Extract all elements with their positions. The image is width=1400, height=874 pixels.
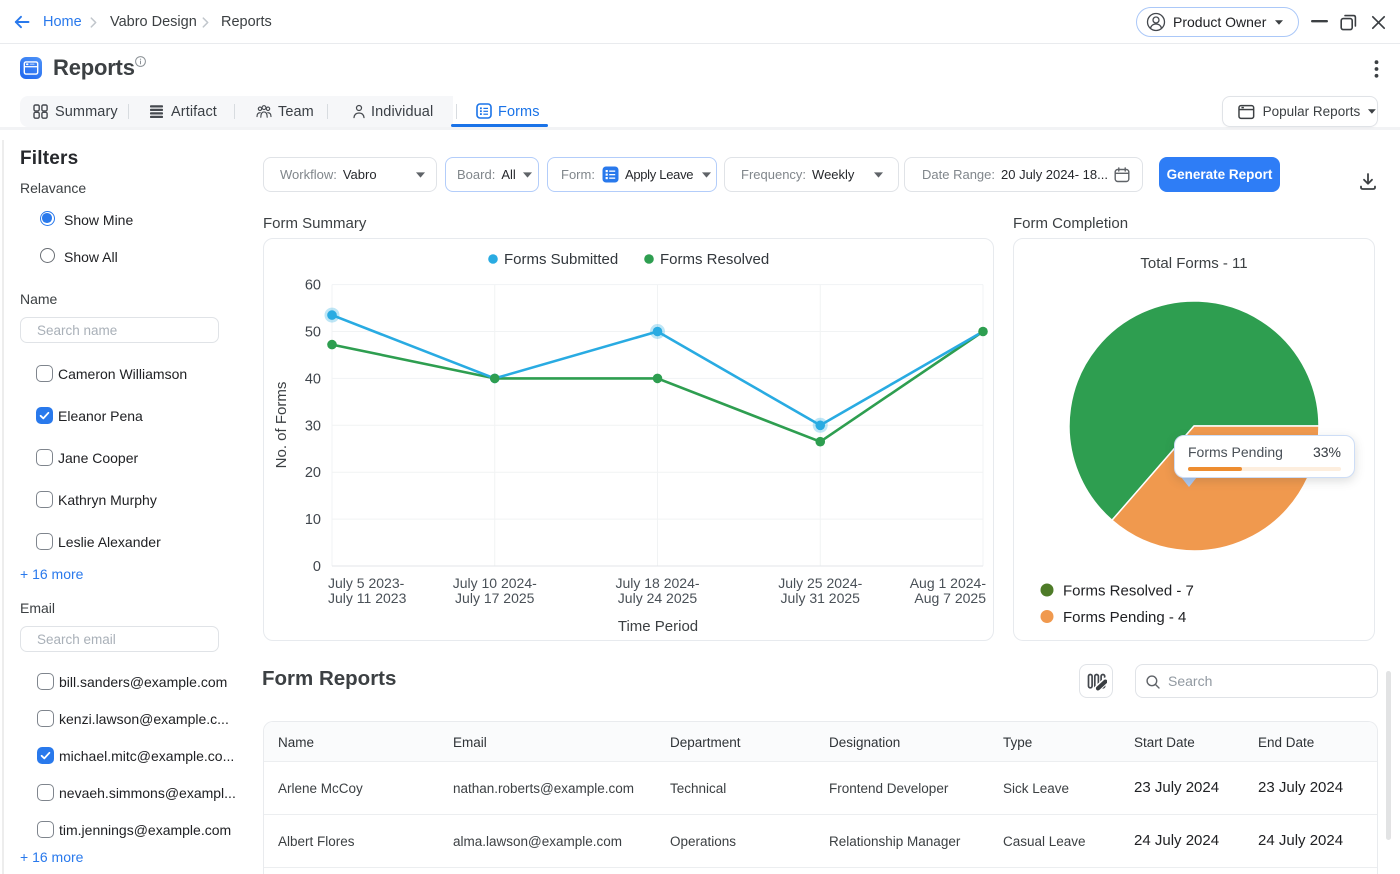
svg-text:July 18 2024-: July 18 2024-: [615, 575, 699, 591]
svg-text:10: 10: [305, 512, 321, 528]
svg-text:Aug 1 2024-: Aug 1 2024-: [910, 575, 987, 591]
svg-text:Forms Pending - 4: Forms Pending - 4: [1063, 609, 1186, 626]
svg-text:Time Period: Time Period: [618, 618, 698, 635]
svg-text:Forms Resolved - 7: Forms Resolved - 7: [1063, 583, 1194, 600]
svg-text:July 11 2023: July 11 2023: [328, 590, 407, 606]
svg-text:Aug 7 2025: Aug 7 2025: [914, 590, 986, 606]
svg-text:20: 20: [305, 465, 321, 481]
svg-text:Forms Resolved: Forms Resolved: [660, 251, 769, 268]
svg-text:Total Forms - 11: Total Forms - 11: [1140, 255, 1247, 272]
svg-text:50: 50: [305, 325, 321, 341]
svg-text:0: 0: [313, 559, 321, 575]
svg-text:July 5 2023-: July 5 2023-: [328, 575, 405, 591]
svg-text:40: 40: [305, 371, 321, 387]
svg-text:July 31 2025: July 31 2025: [781, 590, 861, 606]
svg-text:July 25 2024-: July 25 2024-: [778, 575, 862, 591]
svg-text:July 17 2025: July 17 2025: [455, 590, 535, 606]
svg-text:30: 30: [305, 418, 321, 434]
svg-text:60: 60: [305, 278, 321, 294]
svg-text:No. of Forms: No. of Forms: [273, 382, 290, 469]
svg-text:Forms Submitted: Forms Submitted: [504, 251, 618, 268]
svg-text:July 10 2024-: July 10 2024-: [453, 575, 537, 591]
svg-text:July 24 2025: July 24 2025: [618, 590, 698, 606]
